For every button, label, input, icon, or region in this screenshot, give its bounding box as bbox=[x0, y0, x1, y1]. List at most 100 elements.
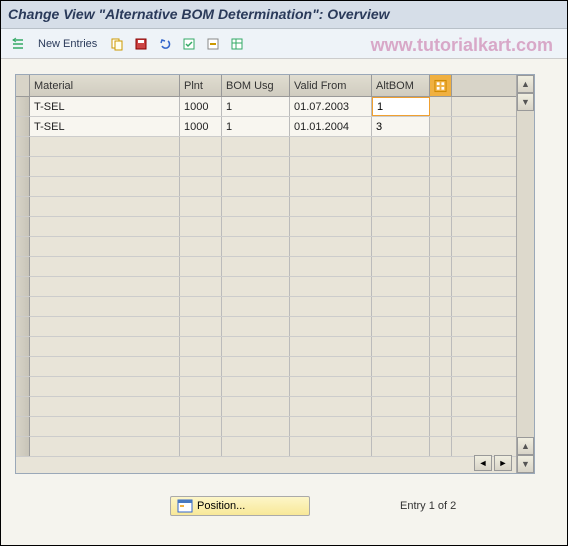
table-row bbox=[16, 277, 516, 297]
table-cell[interactable]: T-SEL bbox=[30, 97, 180, 116]
row-selector[interactable] bbox=[16, 257, 30, 276]
scroll-up-icon[interactable]: ▲ bbox=[517, 75, 534, 93]
table-row bbox=[16, 177, 516, 197]
row-extra bbox=[430, 217, 452, 236]
table-cell bbox=[222, 237, 290, 256]
table-cell bbox=[290, 197, 372, 216]
row-extra bbox=[430, 177, 452, 196]
altbom-cell[interactable] bbox=[372, 117, 430, 136]
scroll-up2-icon[interactable]: ▲ bbox=[517, 437, 534, 455]
row-selector[interactable] bbox=[16, 197, 30, 216]
scroll-bottom-icon[interactable]: ▼ bbox=[517, 455, 534, 473]
deselect-icon[interactable] bbox=[203, 34, 223, 54]
altbom-cell[interactable] bbox=[372, 97, 430, 116]
table-cell bbox=[290, 237, 372, 256]
col-altbom[interactable]: AltBOM bbox=[372, 75, 430, 96]
table-cell bbox=[290, 297, 372, 316]
table-settings-icon[interactable] bbox=[227, 34, 247, 54]
altbom-input[interactable] bbox=[376, 121, 425, 133]
horizontal-scrollbar[interactable]: ◄ ► bbox=[474, 455, 512, 471]
table-cell bbox=[222, 397, 290, 416]
row-select-header[interactable] bbox=[16, 75, 30, 96]
table-cell bbox=[30, 217, 180, 236]
row-selector[interactable] bbox=[16, 177, 30, 196]
table-cell bbox=[180, 357, 222, 376]
col-plnt[interactable]: Plnt bbox=[180, 75, 222, 96]
scroll-left-icon[interactable]: ◄ bbox=[474, 455, 492, 471]
altbom-cell bbox=[372, 177, 430, 196]
table-cell[interactable]: 1 bbox=[222, 97, 290, 116]
table-cell[interactable]: T-SEL bbox=[30, 117, 180, 136]
scroll-right-icon[interactable]: ► bbox=[494, 455, 512, 471]
table-cell bbox=[180, 257, 222, 276]
row-selector[interactable] bbox=[16, 297, 30, 316]
scroll-track[interactable] bbox=[517, 111, 534, 437]
new-entries-button[interactable]: New Entries bbox=[32, 38, 103, 50]
row-extra bbox=[430, 237, 452, 256]
altbom-cell bbox=[372, 357, 430, 376]
table-row bbox=[16, 157, 516, 177]
altbom-cell bbox=[372, 337, 430, 356]
row-selector[interactable] bbox=[16, 417, 30, 436]
row-extra bbox=[430, 297, 452, 316]
save-icon[interactable] bbox=[131, 34, 151, 54]
table-cell bbox=[30, 337, 180, 356]
table-row bbox=[16, 217, 516, 237]
position-button[interactable]: Position... bbox=[170, 496, 310, 516]
table-cell bbox=[222, 277, 290, 296]
table-cell bbox=[30, 297, 180, 316]
table-cell bbox=[222, 317, 290, 336]
table-row bbox=[16, 337, 516, 357]
copy-icon[interactable] bbox=[107, 34, 127, 54]
row-selector[interactable] bbox=[16, 157, 30, 176]
table-cell bbox=[30, 137, 180, 156]
col-valid-from[interactable]: Valid From bbox=[290, 75, 372, 96]
table-cell bbox=[222, 257, 290, 276]
altbom-input[interactable] bbox=[377, 101, 425, 113]
table-cell bbox=[180, 157, 222, 176]
table-cell bbox=[222, 177, 290, 196]
row-selector[interactable] bbox=[16, 117, 30, 136]
data-table: Material Plnt BOM Usg Valid From AltBOM … bbox=[15, 74, 535, 474]
table-cell bbox=[290, 397, 372, 416]
row-selector[interactable] bbox=[16, 437, 30, 456]
vertical-scrollbar[interactable]: ▲ ▼ ▲ ▼ bbox=[516, 75, 534, 473]
table-cell bbox=[180, 417, 222, 436]
table-cell bbox=[290, 137, 372, 156]
table-cell[interactable]: 01.07.2003 bbox=[290, 97, 372, 116]
table-row bbox=[16, 357, 516, 377]
toolbar: New Entries bbox=[0, 29, 568, 59]
scroll-down-icon[interactable]: ▼ bbox=[517, 93, 534, 111]
table-cell bbox=[30, 197, 180, 216]
position-label: Position... bbox=[197, 500, 245, 512]
undo-icon[interactable] bbox=[155, 34, 175, 54]
position-icon bbox=[177, 499, 193, 513]
row-selector[interactable] bbox=[16, 397, 30, 416]
table-cell bbox=[180, 197, 222, 216]
table-cell bbox=[290, 157, 372, 176]
row-selector[interactable] bbox=[16, 357, 30, 376]
row-selector[interactable] bbox=[16, 317, 30, 336]
table-cell[interactable]: 01.01.2004 bbox=[290, 117, 372, 136]
altbom-cell bbox=[372, 137, 430, 156]
altbom-cell bbox=[372, 317, 430, 336]
expand-icon[interactable] bbox=[8, 34, 28, 54]
select-all-icon[interactable] bbox=[179, 34, 199, 54]
row-selector[interactable] bbox=[16, 337, 30, 356]
row-selector[interactable] bbox=[16, 217, 30, 236]
table-cell bbox=[180, 277, 222, 296]
row-selector[interactable] bbox=[16, 277, 30, 296]
table-cell bbox=[30, 397, 180, 416]
select-all-icon[interactable] bbox=[430, 75, 452, 96]
table-cell[interactable]: 1 bbox=[222, 117, 290, 136]
row-selector[interactable] bbox=[16, 237, 30, 256]
col-bom-usg[interactable]: BOM Usg bbox=[222, 75, 290, 96]
col-material[interactable]: Material bbox=[30, 75, 180, 96]
table-cell bbox=[180, 237, 222, 256]
row-selector[interactable] bbox=[16, 137, 30, 156]
table-cell[interactable]: 1000 bbox=[180, 97, 222, 116]
row-selector[interactable] bbox=[16, 377, 30, 396]
table-cell[interactable]: 1000 bbox=[180, 117, 222, 136]
row-selector[interactable] bbox=[16, 97, 30, 116]
altbom-cell bbox=[372, 297, 430, 316]
